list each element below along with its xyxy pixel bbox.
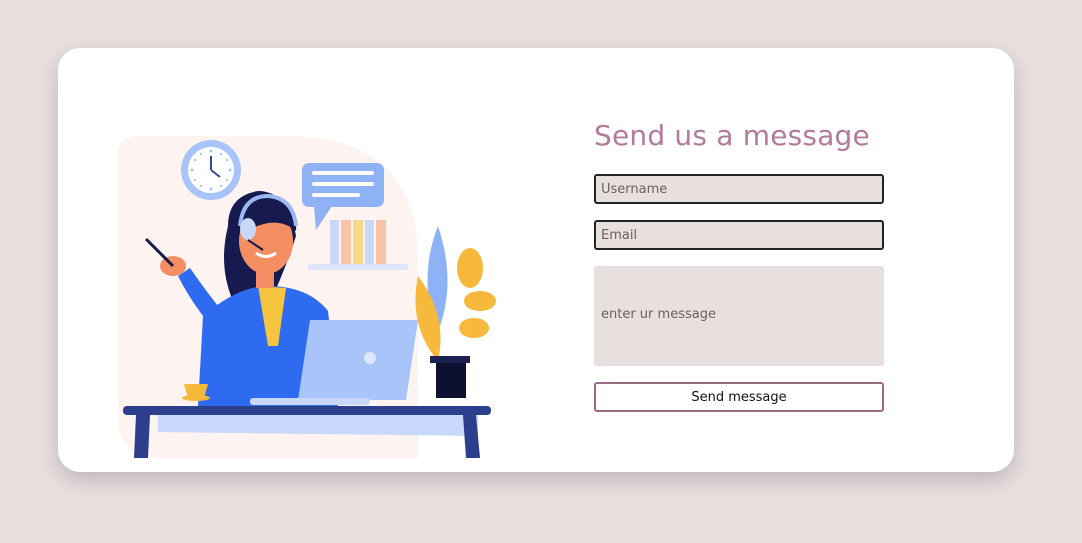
email-input[interactable]: [594, 220, 884, 250]
potted-plant: [415, 226, 496, 398]
customer-support-illustration: [118, 136, 503, 458]
form-title: Send us a message: [594, 119, 870, 152]
username-input[interactable]: [594, 174, 884, 204]
message-textarea[interactable]: [594, 266, 884, 366]
send-message-button[interactable]: Send message: [594, 382, 884, 412]
clock-icon: [181, 140, 241, 200]
contact-card: Send us a message Send message: [58, 48, 1014, 472]
contact-form: Send us a message Send message: [594, 118, 894, 412]
support-agent-svg: [118, 136, 496, 458]
